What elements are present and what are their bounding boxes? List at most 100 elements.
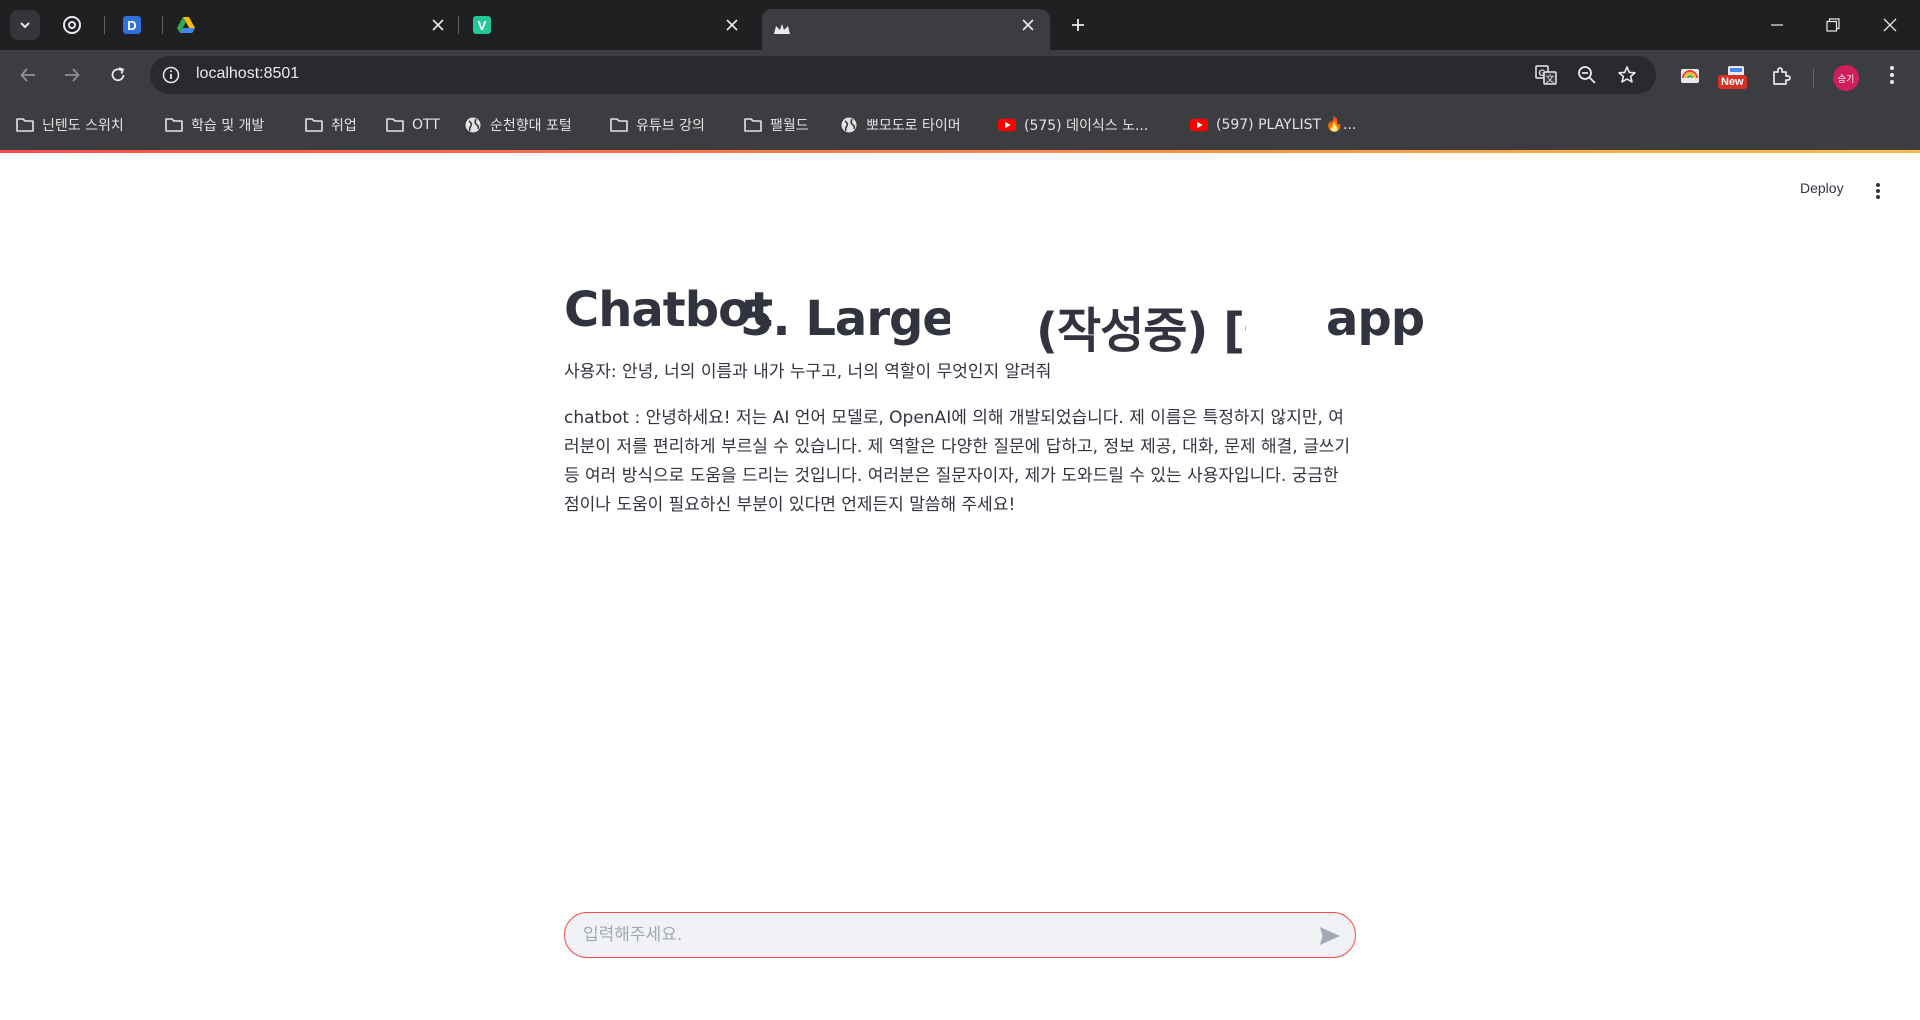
zoom-out-icon (1578, 66, 1596, 84)
kebab-menu-icon (1890, 66, 1894, 84)
openai-icon (63, 16, 81, 34)
close-window-button[interactable] (1875, 10, 1905, 40)
extension-new-button[interactable]: New (1718, 61, 1750, 89)
page-title: Chatbot (564, 282, 773, 338)
close-icon (726, 19, 738, 31)
tab-search-button[interactable] (10, 10, 40, 40)
reload-button[interactable] (103, 60, 133, 90)
bookmarks-bar: 닌텐도 스위치 학습 및 개발 취업 OTT 순천향대 포털 유튜브 강의 팰월… (0, 100, 1920, 150)
bookmark-star-button[interactable] (1615, 63, 1639, 87)
toolbar-divider (1813, 68, 1814, 88)
restore-button[interactable] (1818, 10, 1848, 40)
folder-icon (165, 116, 183, 134)
kebab-menu-icon (1876, 183, 1880, 199)
bookmark-label: 닌텐도 스위치 (42, 118, 124, 134)
bookmark-label: 유튜브 강의 (636, 118, 705, 134)
chat-input[interactable] (583, 921, 1283, 949)
tab-velog[interactable]: V (작성중) [플레이데이터 SK네트 (472, 9, 1246, 359)
arrow-left-icon (20, 68, 35, 82)
bookmark-label: (597) PLAYLIST 🔥... (1216, 117, 1357, 133)
site-info-icon[interactable] (160, 64, 182, 86)
bookmark-item[interactable]: (575) 데이식스 노... (998, 114, 1148, 136)
folder-icon (744, 116, 762, 134)
d-app-icon: D (123, 16, 141, 34)
bookmark-item[interactable]: 순천향대 포털 (464, 114, 572, 136)
tab-separator (162, 16, 163, 34)
tab-close-button[interactable] (1018, 15, 1038, 35)
tab-close-button[interactable] (722, 15, 742, 35)
tab-app-active[interactable]: app (762, 9, 1424, 347)
bookmark-item[interactable]: OTT (386, 114, 440, 136)
new-badge: New (1718, 75, 1747, 89)
bookmark-label: (575) 데이식스 노... (1024, 118, 1149, 134)
bookmark-item[interactable]: 취업 (305, 114, 357, 136)
close-icon (432, 19, 444, 31)
bookmark-label: 학습 및 개발 (191, 118, 265, 134)
bookmark-item[interactable]: 유튜브 강의 (610, 114, 705, 136)
app-header-decoration (0, 150, 1920, 153)
url-text[interactable]: localhost:8501 (196, 65, 299, 83)
profile-avatar[interactable]: 승기 (1833, 65, 1859, 91)
reload-icon (111, 67, 125, 82)
plus-icon (1072, 19, 1084, 31)
folder-icon (610, 116, 628, 134)
puzzle-icon (1773, 67, 1791, 85)
folder-icon (305, 116, 323, 134)
translate-button[interactable]: G文 (1534, 63, 1558, 87)
tab-separator (458, 16, 459, 34)
tab-strip: D 5. Large Language Model - Go V (작성중) [… (0, 0, 1920, 359)
tab-title: (작성중) [플레이데이터 SK네트 (1036, 303, 1246, 359)
svg-text:文: 文 (1545, 73, 1554, 85)
zoom-button[interactable] (1575, 63, 1599, 87)
svg-text:V: V (478, 18, 487, 33)
tab-google-drive[interactable]: 5. Large Language Model - Go (176, 9, 950, 347)
folder-icon (16, 116, 34, 134)
bookmark-label: 뽀모도로 타이머 (866, 118, 961, 134)
arrow-right-icon (65, 68, 80, 82)
address-bar[interactable]: localhost:8501 G文 (150, 56, 1656, 94)
star-icon (1618, 66, 1636, 83)
bookmark-item[interactable]: 뽀모도로 타이머 (840, 114, 961, 136)
bookmark-label: OTT (412, 117, 440, 133)
svg-text:D: D (127, 18, 136, 33)
bookmark-label: 팰월드 (770, 118, 809, 134)
bookmark-label: 취업 (331, 118, 357, 134)
tab-title: app (1326, 291, 1425, 347)
main-menu-button[interactable] (1868, 180, 1888, 202)
minimize-button[interactable] (1762, 10, 1792, 40)
bookmark-item[interactable]: 닌텐도 스위치 (16, 114, 124, 136)
chat-input-container (564, 912, 1356, 958)
folder-icon (386, 116, 404, 134)
deploy-button[interactable]: Deploy (1800, 180, 1844, 196)
back-button[interactable] (13, 60, 43, 90)
bookmark-item[interactable]: 팰월드 (744, 114, 809, 136)
new-tab-button[interactable] (1064, 11, 1092, 39)
user-message: 사용자: 안녕, 너의 이름과 내가 누구고, 너의 역할이 무엇인지 알려줘 (564, 362, 1052, 382)
forward-button[interactable] (57, 60, 87, 90)
bookmark-label: 순천향대 포털 (490, 118, 572, 134)
browser-menu-button[interactable] (1878, 61, 1906, 89)
bookmark-item[interactable]: (597) PLAYLIST 🔥... (1190, 114, 1356, 136)
extension-rainbow-button[interactable] (1676, 61, 1704, 89)
tab-d-app[interactable]: D (122, 9, 152, 41)
youtube-icon (1190, 116, 1208, 134)
send-icon (1320, 927, 1340, 945)
bookmark-item[interactable]: 학습 및 개발 (165, 114, 264, 136)
translate-icon: G文 (1535, 65, 1557, 85)
tab-close-button[interactable] (428, 15, 448, 35)
chatbot-message: chatbot : 안녕하세요! 저는 AI 언어 모델로, OpenAI에 의… (564, 408, 1350, 515)
close-icon (1883, 18, 1897, 32)
youtube-icon (998, 116, 1016, 134)
extensions-button[interactable] (1767, 61, 1795, 89)
restore-icon (1826, 18, 1840, 32)
globe-icon (840, 116, 858, 134)
streamlit-crown-icon (774, 23, 790, 34)
google-drive-icon (177, 17, 195, 33)
rainbow-extension-icon (1681, 69, 1699, 83)
tab-separator (104, 16, 105, 34)
tab-chatgpt[interactable] (62, 9, 92, 41)
globe-icon (464, 116, 482, 134)
close-icon (1022, 19, 1034, 31)
velog-icon: V (473, 16, 491, 34)
send-button[interactable] (1317, 923, 1343, 949)
